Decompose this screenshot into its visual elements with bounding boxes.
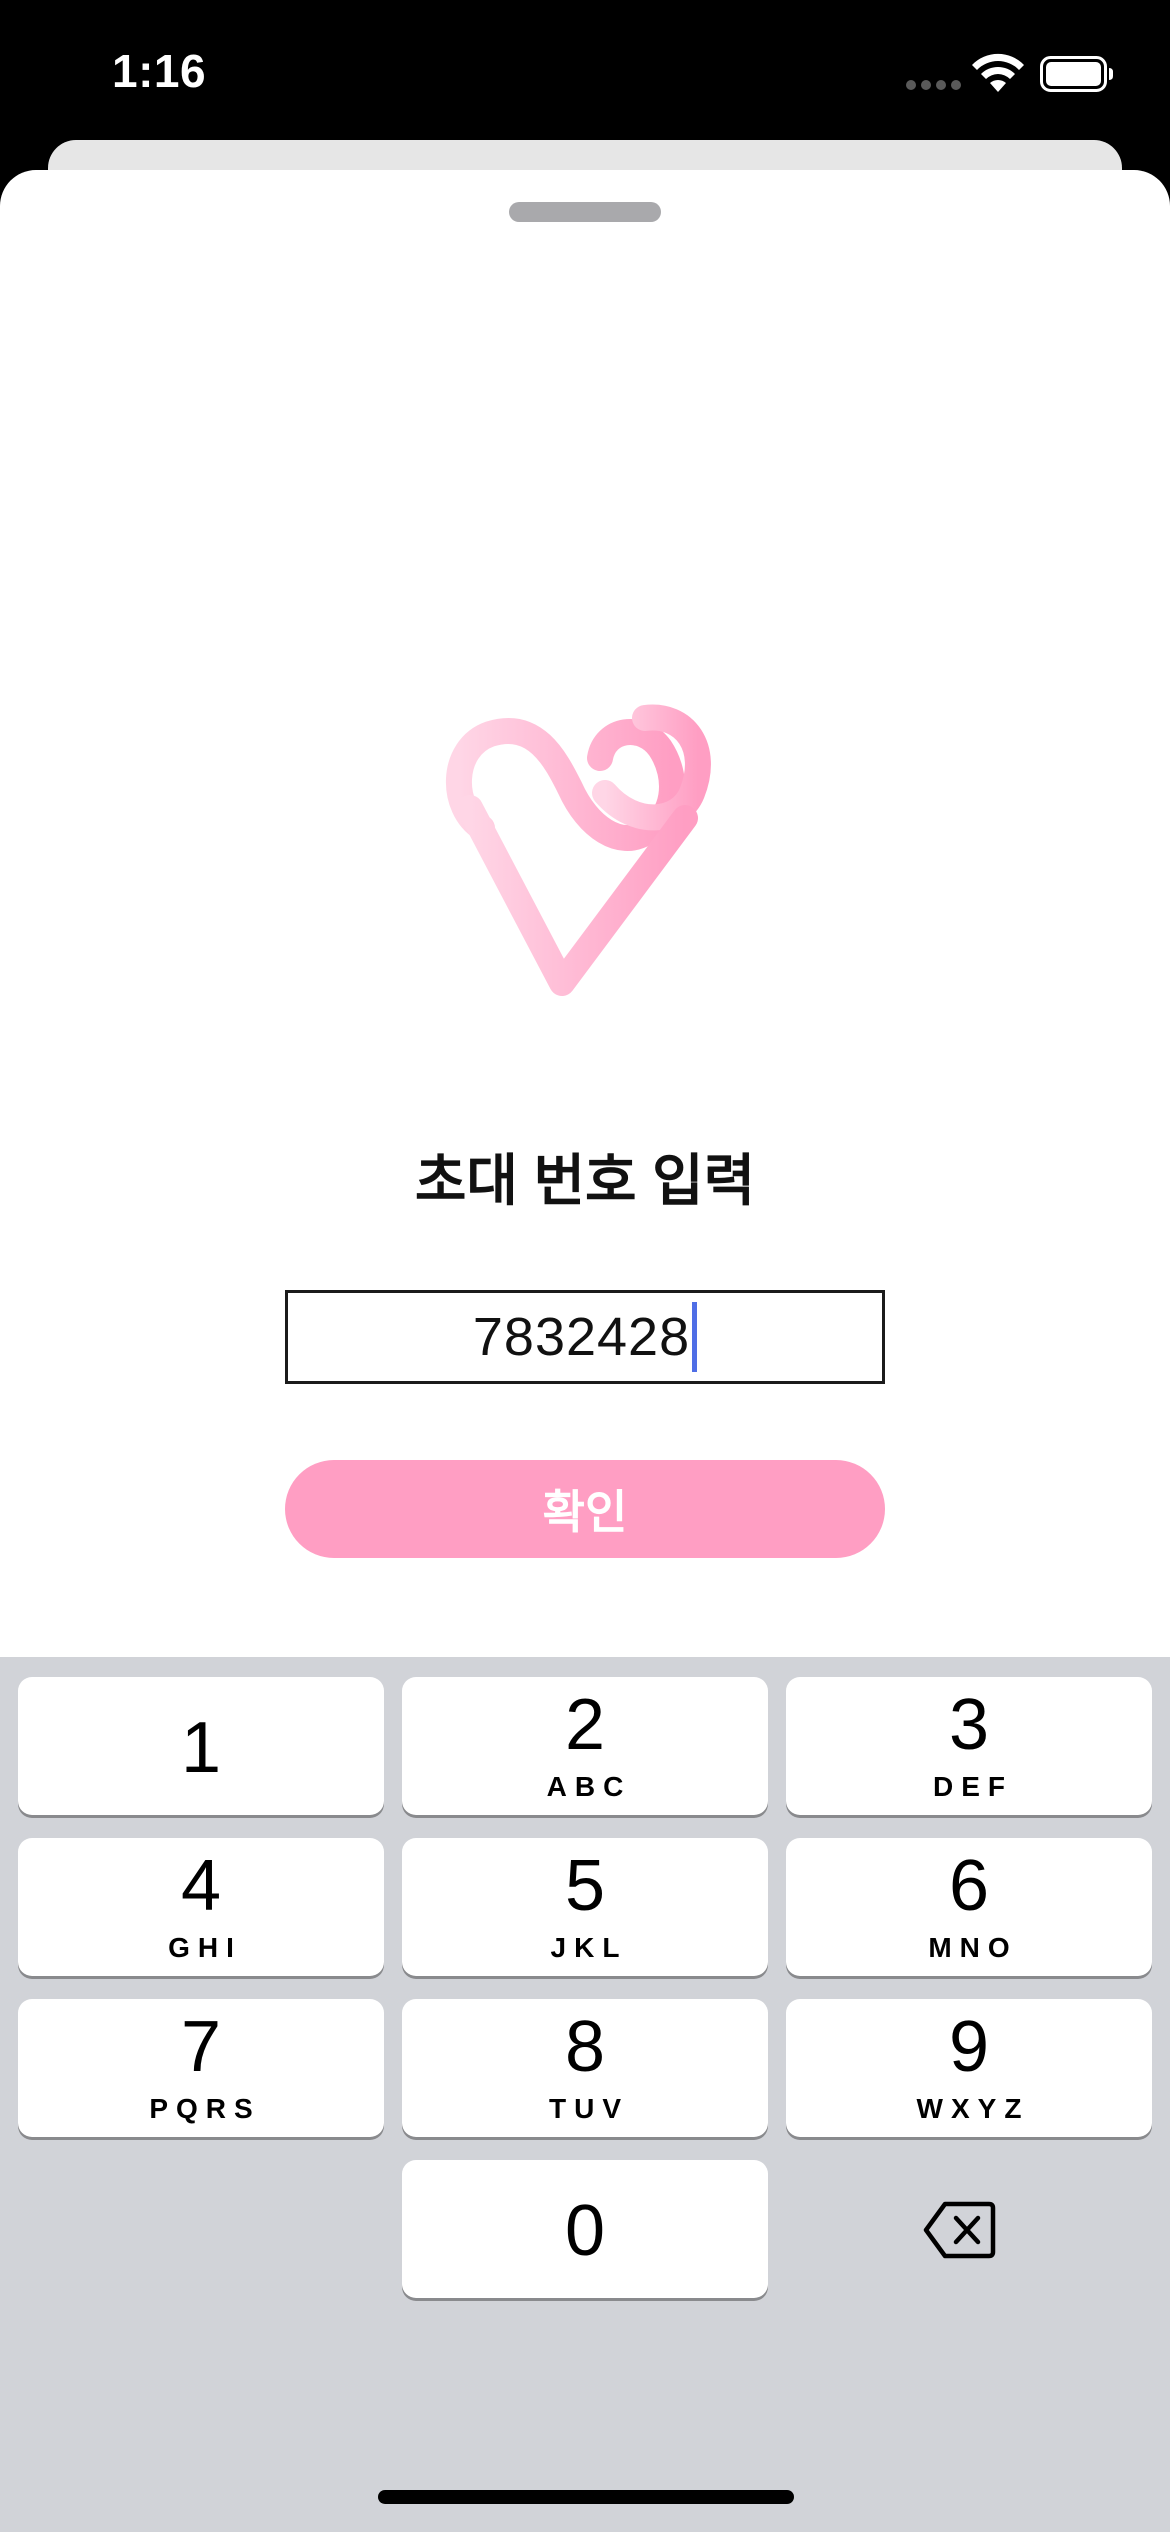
cellular-signal-icon [906, 80, 961, 90]
invite-code-value: 7832428 [472, 1307, 691, 1367]
key-digit: 2 [564, 1685, 606, 1765]
key-3[interactable]: 3 DEF [786, 1677, 1152, 1815]
key-digit: 9 [948, 2007, 990, 2087]
key-digit: 3 [948, 1685, 990, 1765]
key-letters: DEF [933, 1771, 1013, 1802]
status-bar: 1:16 [0, 0, 1170, 140]
delete-key[interactable] [900, 2186, 1020, 2274]
invite-code-input[interactable]: 7832428 [285, 1290, 885, 1384]
key-9[interactable]: 9 WXYZ [786, 1999, 1152, 2137]
key-6[interactable]: 6 MNO [786, 1838, 1152, 1976]
key-letters: JKL [550, 1932, 628, 1963]
key-letters: MNO [928, 1932, 1018, 1963]
screen: 1:16 초대 번호 입력 7832428 확인 1 2 ABC 3 DEF 4… [0, 0, 1170, 2532]
status-time: 1:16 [112, 45, 207, 97]
text-cursor [692, 1302, 698, 1372]
key-letters: TUV [549, 2093, 629, 2124]
key-digit: 8 [564, 2007, 606, 2087]
key-digit: 6 [948, 1846, 990, 1926]
key-5[interactable]: 5 JKL [402, 1838, 768, 1976]
key-7[interactable]: 7 PQRS [18, 1999, 384, 2137]
heart-logo-icon [446, 704, 711, 996]
page-title: 초대 번호 입력 [414, 1149, 756, 1212]
key-letters: PQRS [149, 2093, 261, 2124]
key-0[interactable]: 0 [402, 2160, 768, 2298]
key-digit: 7 [180, 2007, 222, 2087]
key-2[interactable]: 2 ABC [402, 1677, 768, 1815]
key-digit: 1 [180, 1708, 222, 1788]
battery-icon [1040, 56, 1113, 92]
backspace-icon [923, 2201, 996, 2259]
sheet-grabber[interactable] [509, 202, 661, 222]
home-indicator [378, 2490, 794, 2504]
key-digit: 4 [180, 1846, 222, 1926]
confirm-button[interactable]: 확인 [285, 1460, 885, 1558]
key-4[interactable]: 4 GHI [18, 1838, 384, 1976]
wifi-icon [972, 53, 1024, 92]
key-8[interactable]: 8 TUV [402, 1999, 768, 2137]
key-letters: GHI [168, 1932, 242, 1963]
key-letters: WXYZ [916, 2093, 1030, 2124]
key-digit: 5 [564, 1846, 606, 1926]
key-1[interactable]: 1 [18, 1677, 384, 1815]
key-letters: ABC [546, 1771, 632, 1802]
key-digit: 0 [564, 2191, 606, 2271]
